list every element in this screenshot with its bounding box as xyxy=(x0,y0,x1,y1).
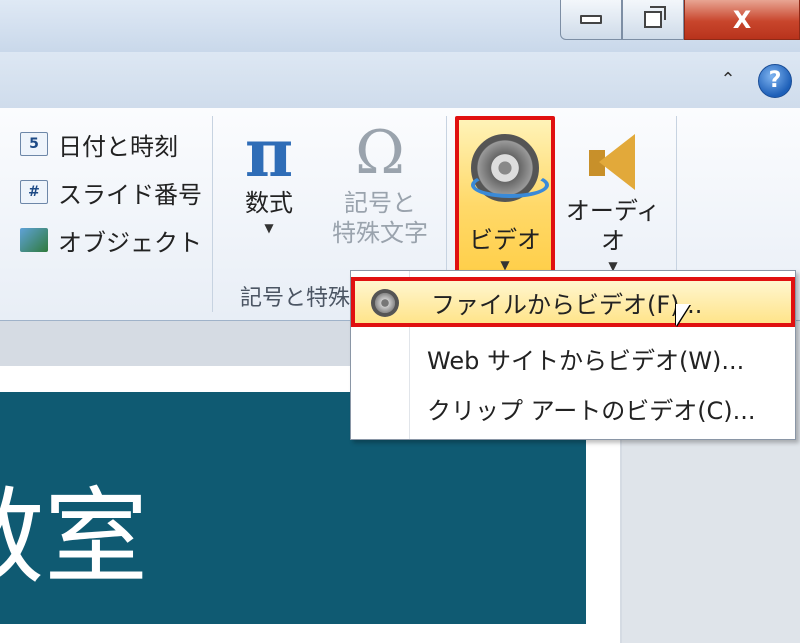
date-time-label: 日付と時刻 xyxy=(58,132,178,161)
speaker-icon xyxy=(583,130,643,196)
minimize-window-button[interactable] xyxy=(560,0,622,40)
symbol-label-line1: 記号と xyxy=(344,189,416,217)
symbol-button[interactable]: Ω 記号と 特殊文字 xyxy=(318,118,442,248)
restore-icon xyxy=(644,6,666,28)
group-separator xyxy=(212,116,213,312)
date-time-icon: 5 xyxy=(20,132,48,156)
video-button[interactable]: ビデオ ▼ xyxy=(455,116,555,276)
film-reel-icon xyxy=(371,289,399,317)
symbol-label-line2: 特殊文字 xyxy=(332,219,428,247)
dropdown-arrow-icon: ▼ xyxy=(264,221,274,235)
menu-item-label: ファイルからビデオ(F)... xyxy=(431,290,703,319)
slide-number-label: スライド番号 xyxy=(58,180,202,209)
pi-icon: π xyxy=(244,114,294,192)
video-dropdown-menu: ファイルからビデオ(F)... Web サイトからビデオ(W)... クリップ … xyxy=(350,270,796,440)
object-icon xyxy=(20,228,48,252)
date-time-button[interactable]: 5 日付と時刻 xyxy=(20,128,178,161)
slide-number-button[interactable]: # スライド番号 xyxy=(20,176,202,209)
equation-label: 数式 xyxy=(245,189,293,217)
audio-label: オーディオ xyxy=(565,197,661,255)
menu-item-label: クリップ アートのビデオ(C)... xyxy=(427,396,756,425)
menu-item-video-from-file[interactable]: ファイルからビデオ(F)... xyxy=(351,277,795,327)
slide-title-text: 教室 xyxy=(0,476,149,598)
slide-number-icon: # xyxy=(20,180,48,204)
close-window-button[interactable]: X xyxy=(684,0,800,40)
film-strip-icon xyxy=(471,172,549,198)
symbols-group-label: 記号と特殊 xyxy=(240,286,351,311)
menu-item-label: Web サイトからビデオ(W)... xyxy=(427,346,745,375)
audio-button[interactable]: オーディオ ▼ xyxy=(558,118,668,276)
video-label: ビデオ xyxy=(469,226,541,254)
minimize-icon xyxy=(580,15,602,24)
omega-icon: Ω xyxy=(355,118,405,188)
mouse-cursor-icon xyxy=(676,304,690,326)
minimize-ribbon-button[interactable]: ⌃ xyxy=(716,68,740,92)
ribbon-tab-strip xyxy=(0,52,800,109)
equation-button[interactable]: π 数式 ▼ xyxy=(232,118,306,238)
menu-item-clip-art-video[interactable]: クリップ アートのビデオ(C)... xyxy=(351,383,795,433)
help-button[interactable]: ? xyxy=(758,64,792,98)
object-label: オブジェクト xyxy=(58,228,202,257)
maximize-window-button[interactable] xyxy=(622,0,684,40)
menu-item-video-from-website[interactable]: Web サイトからビデオ(W)... xyxy=(351,333,795,383)
object-button[interactable]: オブジェクト xyxy=(20,224,202,257)
